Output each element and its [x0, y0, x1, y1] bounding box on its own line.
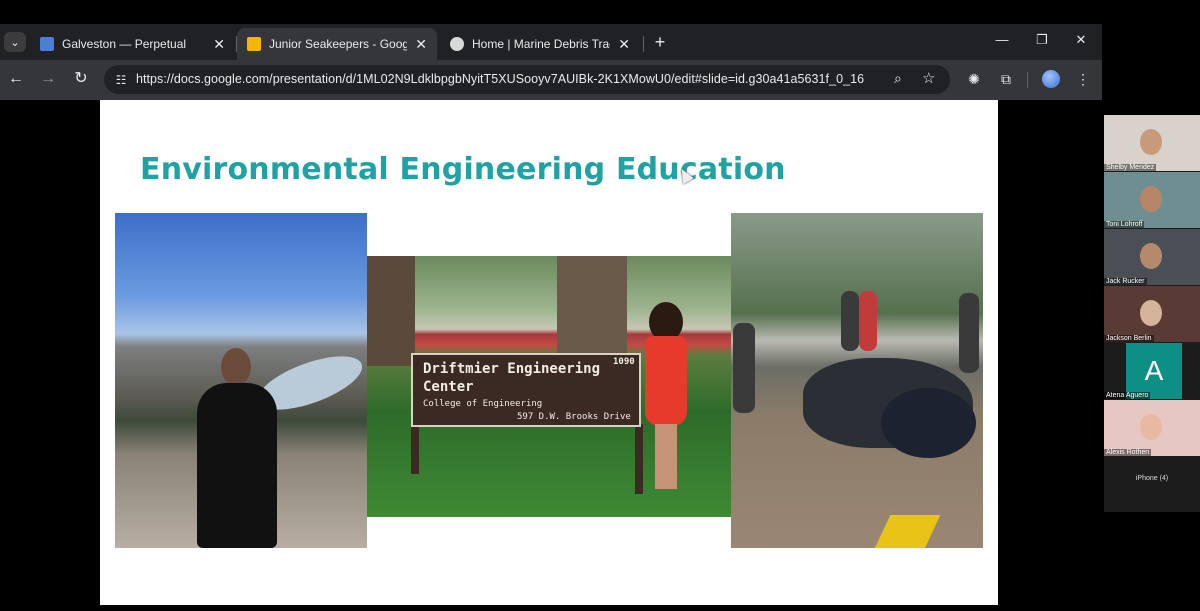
close-tab-icon[interactable]: ✕ [415, 36, 427, 53]
new-tab-button[interactable]: + [651, 32, 669, 52]
minimize-icon[interactable]: — [994, 32, 1010, 47]
chevron-down-icon: ⌄ [10, 36, 20, 49]
participant-name: Alexis Rothen [1104, 449, 1152, 456]
participant-tile[interactable]: Toni Lohroff [1104, 172, 1200, 228]
bookmark-star-icon[interactable]: ☆ [922, 69, 935, 87]
extensions-puzzle-icon[interactable]: ⧉ [996, 69, 1016, 89]
more-menu-icon[interactable]: ⋮ [1073, 69, 1093, 89]
site-info-icon[interactable]: ☷ [112, 71, 130, 89]
photo-engineering-sign: Driftmier Engineering 1090 Center Colleg… [367, 256, 731, 517]
chatgpt-extension-icon[interactable]: ✺ [964, 69, 984, 89]
participant-name: Jack Rucker [1104, 278, 1147, 285]
participant-video [1140, 129, 1162, 155]
tab-title: Junior Seakeepers - Google Slides [269, 37, 408, 51]
screen: ⌄ Galveston — Perpetual ✕ Junior Seakeep… [0, 0, 1200, 611]
address-bar[interactable]: ☷ https://docs.google.com/presentation/d… [104, 65, 950, 94]
url-text[interactable]: https://docs.google.com/presentation/d/1… [136, 72, 864, 86]
sign-post [411, 424, 419, 474]
device-label: iPhone (4) [1135, 475, 1169, 482]
person-figure [859, 291, 877, 351]
browser-window: ⌄ Galveston — Perpetual ✕ Junior Seakeep… [0, 24, 1102, 100]
person-figure [959, 293, 979, 373]
participant-tile[interactable]: Alexis Rothen [1104, 400, 1200, 456]
zoom-icon[interactable]: ⌕ [894, 70, 902, 87]
participant-tile[interactable]: Jackson Berlin [1104, 286, 1200, 342]
restore-icon[interactable]: ❐ [1034, 32, 1050, 48]
engineering-center-sign: Driftmier Engineering 1090 Center Colleg… [411, 353, 641, 427]
sign-line-1: Driftmier Engineering [423, 361, 601, 377]
tree-trunk [367, 256, 415, 366]
person-figure [197, 383, 277, 548]
tab-marine-debris-tracker[interactable]: Home | Marine Debris Tracker ✕ [440, 28, 640, 60]
browser-toolbar: ← → ↻ ☷ https://docs.google.com/presenta… [0, 60, 1102, 100]
forward-arrow-icon[interactable]: → [38, 69, 58, 89]
participant-name: Jackson Berlin [1104, 335, 1154, 342]
person-figure [733, 323, 755, 413]
reload-icon[interactable]: ↻ [71, 69, 91, 89]
close-tab-icon[interactable]: ✕ [213, 36, 225, 53]
participant-tile[interactable]: Jack Rucker [1104, 229, 1200, 285]
close-tab-icon[interactable]: ✕ [618, 36, 630, 53]
back-arrow-icon[interactable]: ← [6, 69, 26, 89]
person-figure [645, 336, 687, 426]
presentation-slide: Environmental Engineering Education Drif… [100, 100, 998, 605]
participant-tile[interactable]: Shelby Mendez [1104, 115, 1200, 171]
window-close-icon[interactable]: ✕ [1073, 32, 1089, 48]
toolbar-divider [1027, 72, 1028, 88]
participant-name: Shelby Mendez [1104, 164, 1157, 171]
participant-name: Atena Aguero [1104, 392, 1151, 399]
person-legs [655, 424, 677, 489]
participant-video [1140, 300, 1162, 326]
person-head [221, 348, 251, 386]
tab-galveston[interactable]: Galveston — Perpetual ✕ [30, 28, 235, 60]
video-call-strip: Shelby Mendez Toni Lohroff Jack Rucker J… [1104, 115, 1200, 512]
photo-overlook [115, 213, 367, 548]
tab-junior-seakeepers[interactable]: Junior Seakeepers - Google Slides ✕ [237, 28, 437, 60]
tab-strip: ⌄ Galveston — Perpetual ✕ Junior Seakeep… [0, 24, 1102, 60]
sign-number: 1090 [613, 357, 635, 367]
sign-post [635, 424, 643, 494]
photo-cleanup [731, 213, 983, 548]
participant-initial: A [1126, 343, 1182, 399]
sign-line-4: 597 D.W. Brooks Drive [517, 412, 631, 422]
participant-tile[interactable]: A Atena Aguero [1104, 343, 1200, 399]
participant-name: Toni Lohroff [1104, 221, 1145, 228]
slides-favicon-icon [247, 37, 261, 51]
doc-favicon-icon [40, 37, 54, 51]
participant-video [1140, 186, 1162, 212]
tab-search-button[interactable]: ⌄ [4, 32, 26, 52]
person-figure [841, 291, 859, 351]
tab-title: Galveston — Perpetual [62, 37, 187, 51]
trash-bags [881, 388, 976, 458]
yellow-object [871, 515, 941, 548]
participant-avatar [1140, 414, 1162, 440]
tab-title: Home | Marine Debris Tracker [472, 37, 610, 51]
profile-avatar-icon[interactable] [1042, 70, 1060, 88]
sign-line-2: Center [423, 379, 474, 395]
sign-line-3: College of Engineering [423, 399, 543, 409]
globe-favicon-icon [450, 37, 464, 51]
participant-video [1140, 243, 1162, 269]
tab-divider [643, 36, 644, 52]
